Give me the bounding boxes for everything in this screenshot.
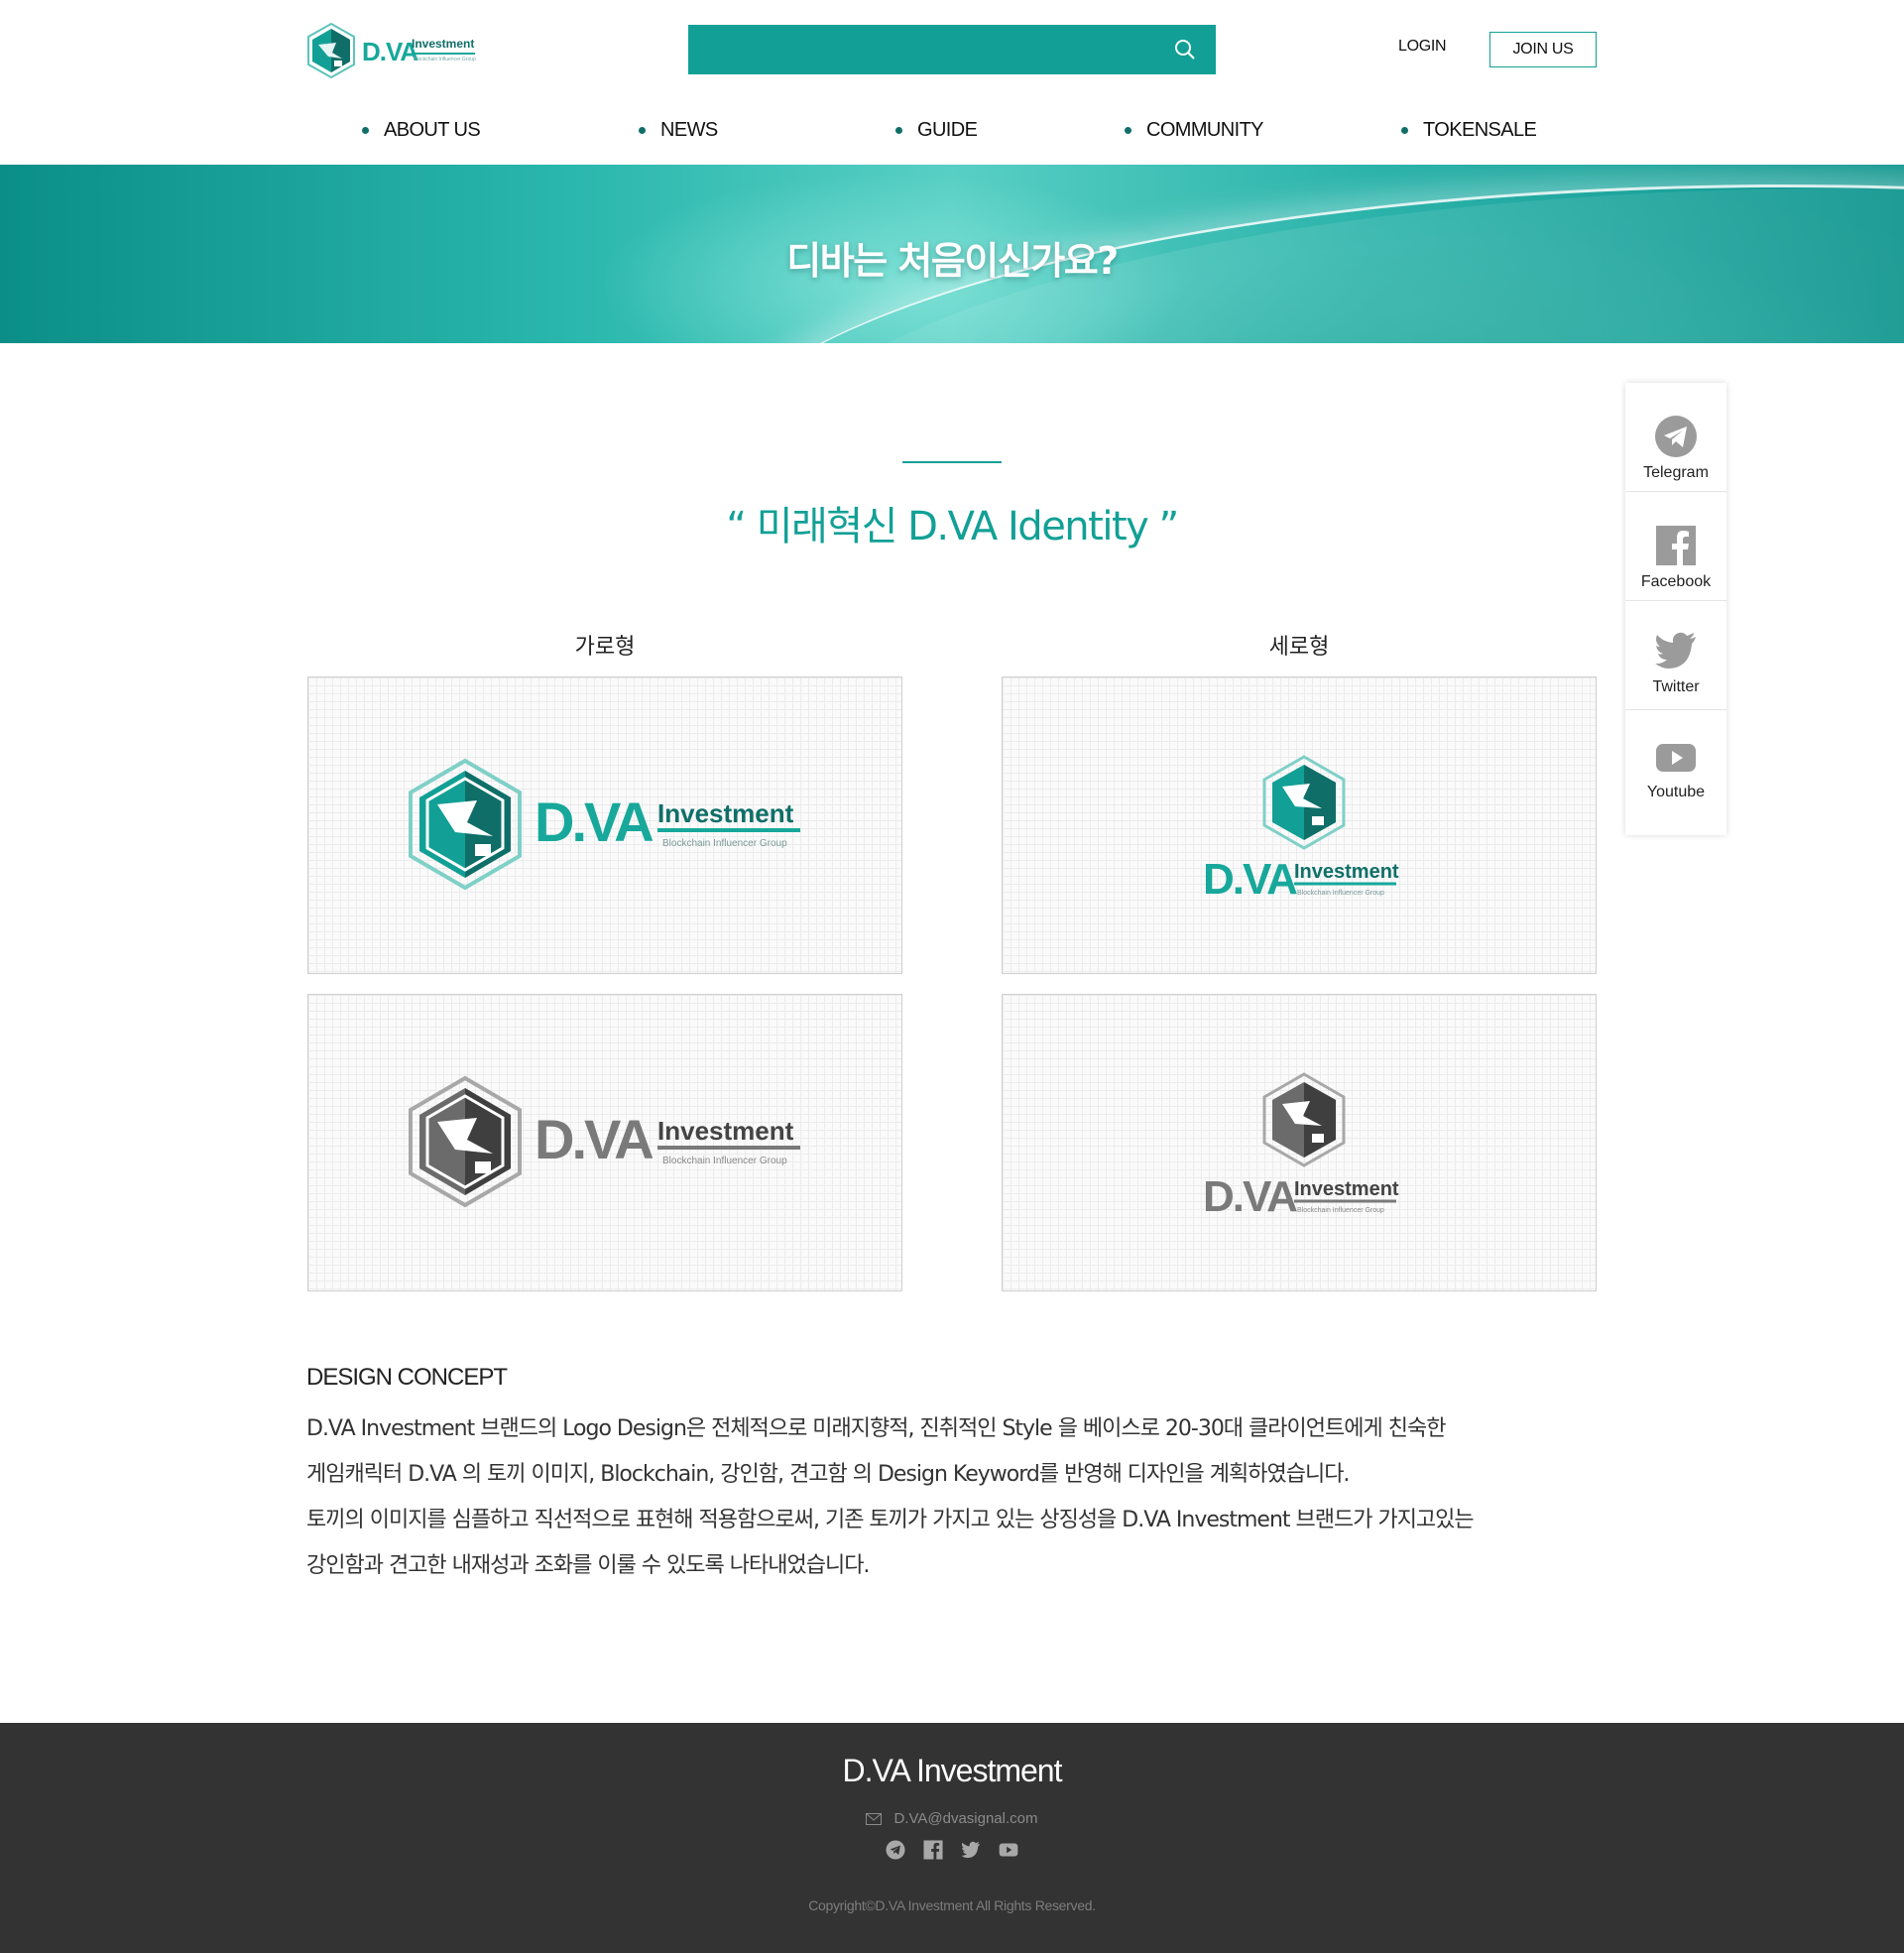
facebook-icon[interactable] [923,1840,943,1860]
footer-email[interactable]: D.VA@dvasignal.com [0,1810,1904,1827]
design-concept-title: DESIGN CONCEPT [306,1364,508,1391]
nav-label: COMMUNITY [1146,119,1264,141]
horizontal-logo-gray-icon: D.VA Investment Blockchain Influencer Gr… [409,1075,800,1208]
telegram-icon[interactable] [886,1840,905,1860]
login-link[interactable]: LOGIN [1398,38,1447,56]
social-youtube[interactable]: Youtube [1625,710,1726,819]
nav-item-tokensale[interactable]: TOKENSALE [1401,119,1537,142]
social-facebook[interactable]: Facebook [1625,492,1726,601]
social-label: Telegram [1643,464,1709,481]
logo-card-horizontal-gray: D.VA Investment Blockchain Influencer Gr… [307,994,902,1291]
svg-text:D.VA: D.VA [1203,1172,1297,1221]
logo-tagline: Blockchain Influencer Group [414,57,476,62]
concept-line: 강인함과 견고한 내재성과 조화를 이룰 수 있도록 나타내었습니다. [306,1553,870,1578]
social-label: Youtube [1646,784,1706,800]
twitter-icon [1654,629,1698,672]
hexagon-logo-icon [307,23,355,78]
banner-title: 디바는 처음이신가요? [786,239,1119,283]
footer-copyright: Copyright©D.VA Investment All Rights Res… [808,1897,1096,1913]
social-label: Twitter [1652,678,1700,695]
social-telegram[interactable]: Telegram [1625,383,1726,492]
youtube-icon[interactable] [999,1840,1018,1860]
footer-brand: D.VA Investment [842,1753,1063,1788]
logo-card-horizontal-color: D.VA Investment Blockchain Influencer Gr… [307,676,902,974]
bullet-icon [362,127,369,134]
hero-banner: 디바는 처음이신가요? [0,165,1904,343]
main-nav: ABOUT US NEWS GUIDE COMMUNITY TOKENSALE [0,109,1904,155]
site-footer: D.VA Investment D.VA@dvasignal.com Copyr… [0,1723,1904,1953]
nav-item-guide[interactable]: GUIDE [895,119,978,142]
social-twitter[interactable]: Twitter [1625,601,1726,710]
nav-label: ABOUT US [384,119,481,141]
concept-line: 토끼의 이미지를 심플하고 직선적으로 표현해 적용함으로써, 기존 토끼가 가… [306,1508,1475,1532]
svg-text:Blockchain Influencer Group: Blockchain Influencer Group [1297,890,1384,897]
nav-label: TOKENSALE [1423,119,1537,141]
nav-item-news[interactable]: NEWS [639,119,718,142]
site-header: D.VA Investment Blockchain Influencer Gr… [0,0,1904,165]
concept-line: 게임캐릭터 D.VA 의 토끼 이미지, Blockchain, 강인함, 견고… [306,1462,1350,1487]
section-divider [902,461,1002,463]
svg-text:D.VA: D.VA [535,791,653,853]
join-us-button[interactable]: JOIN US [1489,32,1597,67]
search-bar [688,25,1216,74]
svg-text:Investment: Investment [657,1116,794,1146]
concept-line: D.VA Investment 브랜드의 Logo Design은 전체적으로 … [306,1416,1446,1441]
nav-label: GUIDE [917,119,978,141]
section-title: “ 미래혁신 D.VA Identity ” [726,504,1179,549]
svg-text:Investment: Investment [657,798,794,828]
social-sidebar: Telegram Facebook Twitter Youtube [1625,383,1726,835]
horizontal-logo-label: 가로형 [574,635,636,660]
logo-card-vertical-gray: D.VA Investment Blockchain Influencer Gr… [1002,994,1597,1291]
twitter-icon[interactable] [961,1840,981,1860]
vertical-logo-label: 세로형 [1268,635,1330,660]
search-input[interactable] [688,25,1154,74]
facebook-icon [1654,524,1698,567]
svg-text:Investment: Investment [1294,861,1399,883]
svg-text:Investment: Investment [1294,1178,1399,1200]
logo-product: Investment [412,37,475,51]
logo-underline [412,53,475,55]
horizontal-logo-color-icon: D.VA Investment Blockchain Influencer Gr… [409,758,800,891]
logo-brand: D.VA [362,37,418,66]
bullet-icon [1401,127,1408,134]
nav-label: NEWS [660,119,718,141]
social-label: Facebook [1640,573,1712,590]
svg-text:Blockchain Influencer Group: Blockchain Influencer Group [1297,1207,1384,1214]
footer-email-text: D.VA@dvasignal.com [893,1810,1038,1827]
logo-wordmark: D.VA Investment Blockchain Influencer Gr… [362,31,477,70]
svg-text:Blockchain Influencer Group: Blockchain Influencer Group [662,838,787,849]
bullet-icon [1125,127,1131,134]
nav-item-community[interactable]: COMMUNITY [1125,119,1264,142]
svg-text:D.VA: D.VA [535,1108,653,1170]
svg-text:Blockchain Influencer Group: Blockchain Influencer Group [662,1156,787,1166]
site-logo[interactable]: D.VA Investment Blockchain Influencer Gr… [306,22,477,79]
svg-text:D.VA: D.VA [1203,855,1297,904]
bullet-icon [639,127,646,134]
nav-item-about-us[interactable]: ABOUT US [362,119,481,142]
bullet-icon [895,127,902,134]
telegram-icon [1654,415,1698,458]
logo-card-vertical-color: D.VA Investment Blockchain Influencer Gr… [1002,676,1597,974]
vertical-logo-gray-icon: D.VA Investment Blockchain Influencer Gr… [1203,1072,1399,1221]
footer-social-icons [0,1840,1904,1860]
vertical-logo-color-icon: D.VA Investment Blockchain Influencer Gr… [1203,755,1399,904]
search-icon [1175,40,1195,60]
mail-icon [866,1812,883,1825]
search-button[interactable] [1160,25,1210,74]
youtube-icon [1654,736,1698,780]
